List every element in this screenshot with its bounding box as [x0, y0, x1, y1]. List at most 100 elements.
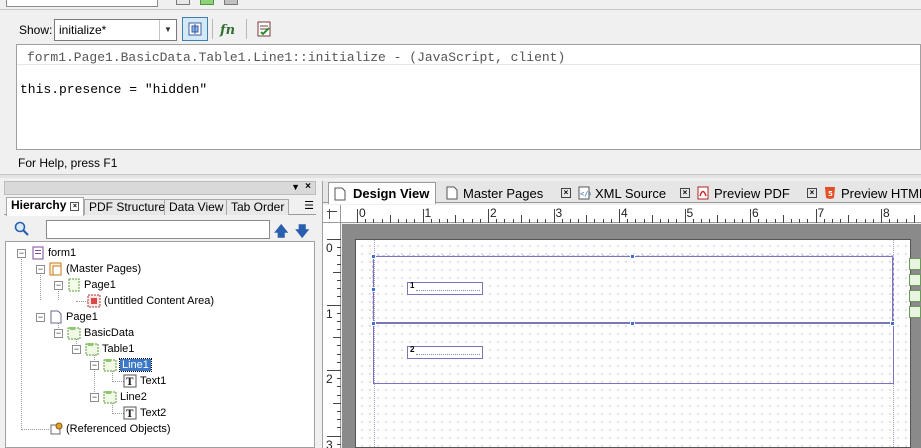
tree-connector [21, 254, 22, 428]
search-icon[interactable] [14, 221, 30, 237]
ruler-label: 1 [326, 306, 333, 321]
row-marker-icon[interactable] [909, 258, 921, 270]
row-marker-icon[interactable] [909, 306, 921, 318]
chevron-down-icon[interactable]: ▼ [159, 20, 176, 40]
ruler-tick [337, 312, 341, 314]
svg-text:5: 5 [828, 190, 833, 198]
tab-label: Preview PDF [714, 185, 790, 201]
show-events-for-child-objects-button[interactable] [182, 17, 208, 41]
ruler-minor-tick [692, 219, 694, 223]
close-icon[interactable]: × [305, 181, 311, 192]
ruler-minor-tick [537, 219, 539, 223]
ruler-minor-tick [635, 219, 637, 223]
tree-item-label: (Master Pages) [66, 263, 142, 275]
ruler-minor-tick [406, 219, 408, 223]
ruler-minor-tick [774, 219, 776, 223]
collapse-toggle[interactable]: − [90, 361, 99, 370]
tree-item-text2[interactable]: T Text2 [123, 405, 166, 421]
new-icon[interactable] [176, 0, 190, 5]
table-icon [85, 343, 99, 356]
ruler-major-tick [553, 209, 555, 223]
ruler-major-tick [619, 209, 620, 223]
tree-item-referenced-objects[interactable]: (Referenced Objects) [49, 421, 171, 437]
svg-text:</>: </> [580, 190, 591, 198]
tab-pdf-structure[interactable]: PDF Structure [84, 199, 171, 215]
tree-item-text1[interactable]: T Text1 [123, 373, 166, 389]
ruler-minor-tick [905, 219, 907, 223]
hierarchy-tabs: Hierarchy × PDF Structure Data View Tab O… [4, 197, 316, 216]
ruler-minor-tick [463, 219, 465, 223]
resize-handle[interactable] [630, 321, 635, 326]
tree-item-line1[interactable]: Line1 [103, 357, 152, 373]
collapse-toggle[interactable]: − [36, 265, 45, 274]
ruler-minor-tick [643, 219, 645, 223]
ruler-minor-tick [807, 219, 809, 223]
tab-hierarchy[interactable]: Hierarchy × [6, 197, 85, 216]
tree-item-line2[interactable]: Line2 [103, 389, 147, 405]
collapse-toggle[interactable]: − [90, 393, 99, 402]
collapse-toggle[interactable]: − [17, 249, 26, 258]
resize-handle[interactable] [630, 254, 635, 259]
tree-item-label: Line2 [120, 391, 147, 403]
svg-text:fn: fn [219, 23, 235, 37]
tree-item-content-area[interactable]: (untitled Content Area) [87, 293, 214, 309]
close-tab-icon[interactable]: × [561, 188, 571, 198]
splitter[interactable] [0, 174, 921, 178]
show-event-dropdown[interactable]: initialize* ▼ [54, 19, 177, 41]
collapse-toggle[interactable]: − [54, 281, 63, 290]
tab-master-pages[interactable]: Master Pages [445, 183, 543, 203]
ruler-minor-tick [594, 219, 596, 223]
tree-item-form1[interactable]: form1 [31, 245, 76, 261]
ruler-tick [337, 378, 341, 380]
tab-data-view[interactable]: Data View [164, 199, 229, 215]
close-tab-icon[interactable]: × [70, 202, 80, 211]
tree-item-page1[interactable]: Page1 [49, 309, 98, 325]
ruler-minor-tick [528, 219, 530, 223]
tab-list-icon[interactable]: ☰ [304, 199, 314, 212]
ruler-minor-tick [414, 219, 416, 223]
close-tab-icon[interactable]: × [680, 188, 690, 198]
tab-xml-source[interactable]: × </> XML Source [561, 183, 666, 203]
tree-item-basicdata[interactable]: BasicData [67, 325, 134, 341]
ruler-tick [337, 394, 341, 396]
resize-handle[interactable] [371, 321, 376, 326]
svg-text:T: T [126, 377, 134, 388]
hierarchy-search-input[interactable] [46, 220, 270, 239]
ruler-minor-tick [848, 215, 850, 223]
close-tab-icon[interactable]: × [807, 188, 817, 198]
text1-field[interactable]: 1 [407, 281, 483, 295]
resize-handle[interactable] [371, 287, 376, 292]
delete-icon[interactable] [224, 0, 238, 5]
ruler-tick [327, 370, 341, 371]
tab-tab-order[interactable]: Tab Order [226, 199, 290, 215]
row-marker-icon[interactable] [909, 290, 921, 302]
row-marker-icon[interactable] [909, 274, 921, 286]
text2-field[interactable]: 2 [407, 345, 483, 359]
subform-icon [67, 327, 81, 340]
add-icon[interactable] [200, 0, 214, 5]
form-page[interactable]: 1 2 [355, 239, 911, 448]
tree-item-page1-master[interactable]: Page1 [67, 277, 116, 293]
panel-menu-icon[interactable]: ▼ [291, 182, 300, 192]
functions-button[interactable]: fn [216, 17, 242, 41]
object-name-field[interactable] [6, 0, 158, 7]
tree-item-master-pages[interactable]: (Master Pages) [49, 261, 141, 277]
script-code-line[interactable]: this.presence = "hidden" [20, 82, 207, 97]
tab-design-view[interactable]: Design View [328, 182, 437, 204]
collapse-toggle[interactable]: − [72, 345, 81, 354]
ruler-minor-tick [438, 219, 440, 223]
page-icon [68, 278, 80, 292]
function-icon: fn [219, 23, 235, 37]
tree-item-label: (Referenced Objects) [66, 423, 171, 435]
ruler-minor-tick [578, 219, 580, 223]
tab-preview-html[interactable]: × 5 Preview HTML [807, 183, 921, 203]
resize-handle[interactable] [890, 321, 895, 326]
ruler-major-tick [684, 209, 686, 223]
tree-item-table1[interactable]: Table1 [85, 341, 134, 357]
collapse-toggle[interactable]: − [36, 313, 45, 322]
check-script-syntax-button[interactable] [251, 17, 277, 41]
script-editor[interactable]: form1.Page1.BasicData.Table1.Line1::init… [16, 44, 921, 150]
tab-preview-pdf[interactable]: × Preview PDF [680, 183, 790, 203]
collapse-toggle[interactable]: − [54, 329, 63, 338]
resize-handle[interactable] [371, 254, 376, 259]
